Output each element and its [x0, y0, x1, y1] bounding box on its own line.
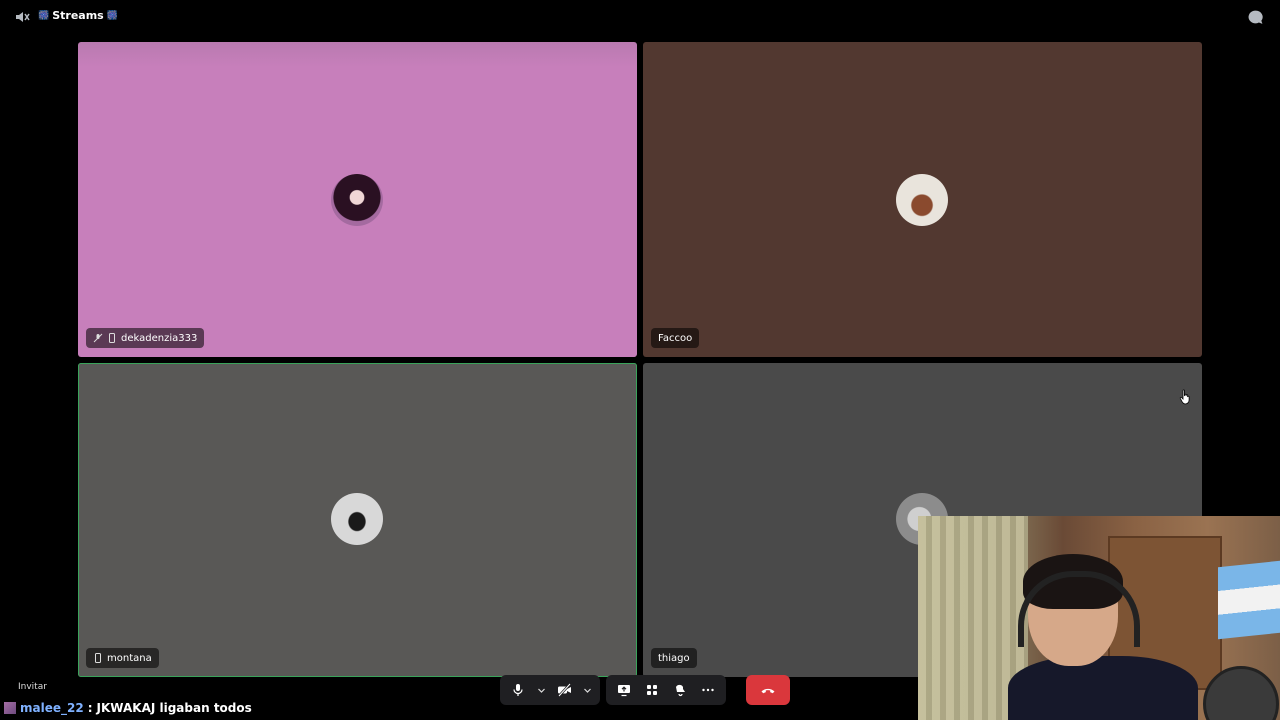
avatar	[331, 493, 383, 545]
avatar	[896, 174, 948, 226]
hang-up-button[interactable]	[746, 675, 790, 705]
microphone-button[interactable]	[506, 678, 530, 702]
participant-nametag: montana	[86, 648, 159, 668]
channel-name: Streams	[52, 9, 104, 22]
activities-button[interactable]	[640, 678, 664, 702]
chat-username: malee_22	[20, 701, 84, 715]
activities-icon	[647, 685, 657, 695]
channel-deco-left: 🎆	[38, 10, 50, 21]
mobile-icon	[95, 653, 101, 663]
microphone-icon	[513, 684, 523, 696]
participant-tile-dekadenzia333[interactable]: dekadenzia333	[78, 42, 637, 357]
chat-user-badge-icon	[4, 702, 16, 714]
hand-cursor-icon	[1179, 389, 1190, 405]
hang-up-icon	[761, 688, 775, 694]
participant-tile-montana[interactable]: montana	[78, 363, 637, 677]
avatar	[331, 174, 383, 226]
more-icon	[702, 688, 714, 692]
participant-nametag: Faccoo	[651, 328, 700, 348]
chevron-down-icon	[583, 688, 591, 693]
chevron-down-icon	[537, 688, 545, 693]
participant-nametag: dekadenzia333	[86, 328, 205, 348]
webcam-flag	[1218, 560, 1280, 640]
screen-share-icon	[618, 685, 630, 697]
more-options-button[interactable]	[696, 678, 720, 702]
mic-camera-group	[500, 675, 600, 705]
screen-share-button[interactable]	[612, 678, 636, 702]
camera-options-button[interactable]	[580, 678, 594, 702]
participant-name: Faccoo	[658, 332, 693, 344]
chat-separator: :	[87, 701, 93, 715]
camera-button[interactable]	[552, 678, 576, 702]
mic-options-button[interactable]	[534, 678, 548, 702]
webcam-person-body	[1008, 656, 1198, 720]
chat-bubble-icon[interactable]	[1247, 9, 1264, 26]
top-bar: 🎆 Streams 🎆	[0, 0, 1280, 34]
soundboard-icon	[676, 684, 685, 697]
participant-tile-faccoo[interactable]: Faccoo	[643, 42, 1202, 357]
mobile-icon	[109, 333, 115, 343]
participant-name: dekadenzia333	[121, 332, 198, 344]
speaker-muted-icon[interactable]	[14, 9, 30, 25]
chat-message: JKWAKAJ ligaban todos	[96, 701, 252, 715]
camera-off-icon	[557, 683, 571, 697]
channel-title: 🎆 Streams 🎆	[38, 9, 118, 22]
soundboard-button[interactable]	[668, 678, 692, 702]
mic-muted-icon	[93, 333, 103, 343]
chat-overlay-line: malee_22 : JKWAKAJ ligaban todos	[4, 700, 252, 716]
participant-name: montana	[107, 652, 152, 664]
channel-deco-right: 🎆	[106, 10, 118, 21]
call-controls	[500, 675, 790, 705]
invite-label[interactable]: Invitar	[18, 682, 47, 692]
participant-name: thiago	[658, 652, 690, 664]
participant-nametag: thiago	[651, 648, 697, 668]
actions-group	[606, 675, 726, 705]
streamer-webcam-overlay	[918, 516, 1280, 720]
